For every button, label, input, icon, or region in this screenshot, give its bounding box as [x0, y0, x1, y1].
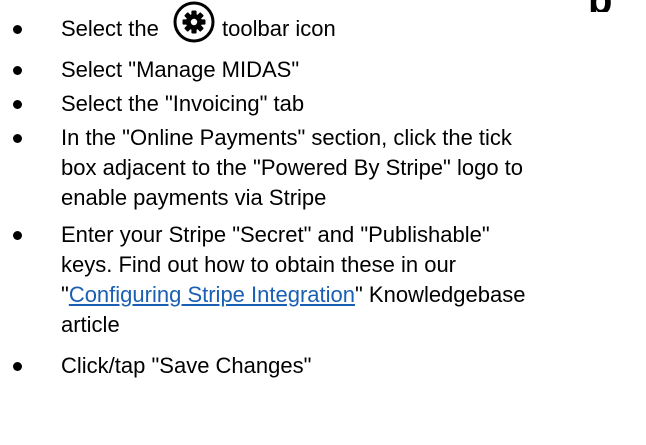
bullet — [13, 231, 22, 240]
list-item: Select "Manage MIDAS" — [0, 53, 646, 87]
bullet — [13, 100, 22, 109]
bullet — [13, 362, 22, 371]
step-text: Enter your Stripe "Secret" and "Publisha… — [61, 220, 639, 340]
bullet — [13, 25, 22, 34]
step-5-line-1: Enter your Stripe "Secret" and "Publisha… — [61, 222, 490, 247]
step-3-text: Select the "Invoicing" tab — [61, 91, 305, 116]
step-5-line-4: article — [61, 312, 120, 337]
step-5-line-3: "Configuring Stripe Integration" Knowled… — [61, 280, 639, 310]
configuring-stripe-integration-link[interactable]: Configuring Stripe Integration — [69, 282, 355, 307]
gear-icon — [172, 0, 216, 44]
list-item: Select the "Invoicing" tab — [0, 87, 646, 121]
step-text: In the "Online Payments" section, click … — [61, 123, 639, 213]
step-2-text: Select "Manage MIDAS" — [61, 57, 300, 82]
step-text: Click/tap "Save Changes" — [61, 351, 639, 381]
list-item: Click/tap "Save Changes" — [0, 349, 646, 383]
list-item: Enter your Stripe "Secret" and "Publisha… — [0, 218, 646, 346]
line-3-suffix: " Knowledgebase — [354, 282, 526, 307]
step-1-after-text: toolbar icon — [222, 16, 336, 41]
quote-open: " — [61, 282, 69, 307]
step-text-after: toolbar icon — [222, 14, 522, 44]
step-4-line-2: box adjacent to the "Powered By Stripe" … — [61, 155, 524, 180]
list-item: Select the toolbar icon — [0, 0, 646, 50]
step-text: Select "Manage MIDAS" — [61, 55, 639, 85]
list-item: In the "Online Payments" section, click … — [0, 121, 646, 217]
step-5-line-2: keys. Find out how to obtain these in ou… — [61, 252, 457, 277]
step-text: Select the "Invoicing" tab — [61, 89, 639, 119]
bullet — [13, 134, 22, 143]
step-6-text: Click/tap "Save Changes" — [61, 353, 312, 378]
step-1-before-text: Select the — [61, 16, 159, 41]
step-4-line-1: In the "Online Payments" section, click … — [61, 125, 512, 150]
step-4-line-3: enable payments via Stripe — [61, 185, 327, 210]
bullet — [13, 66, 22, 75]
